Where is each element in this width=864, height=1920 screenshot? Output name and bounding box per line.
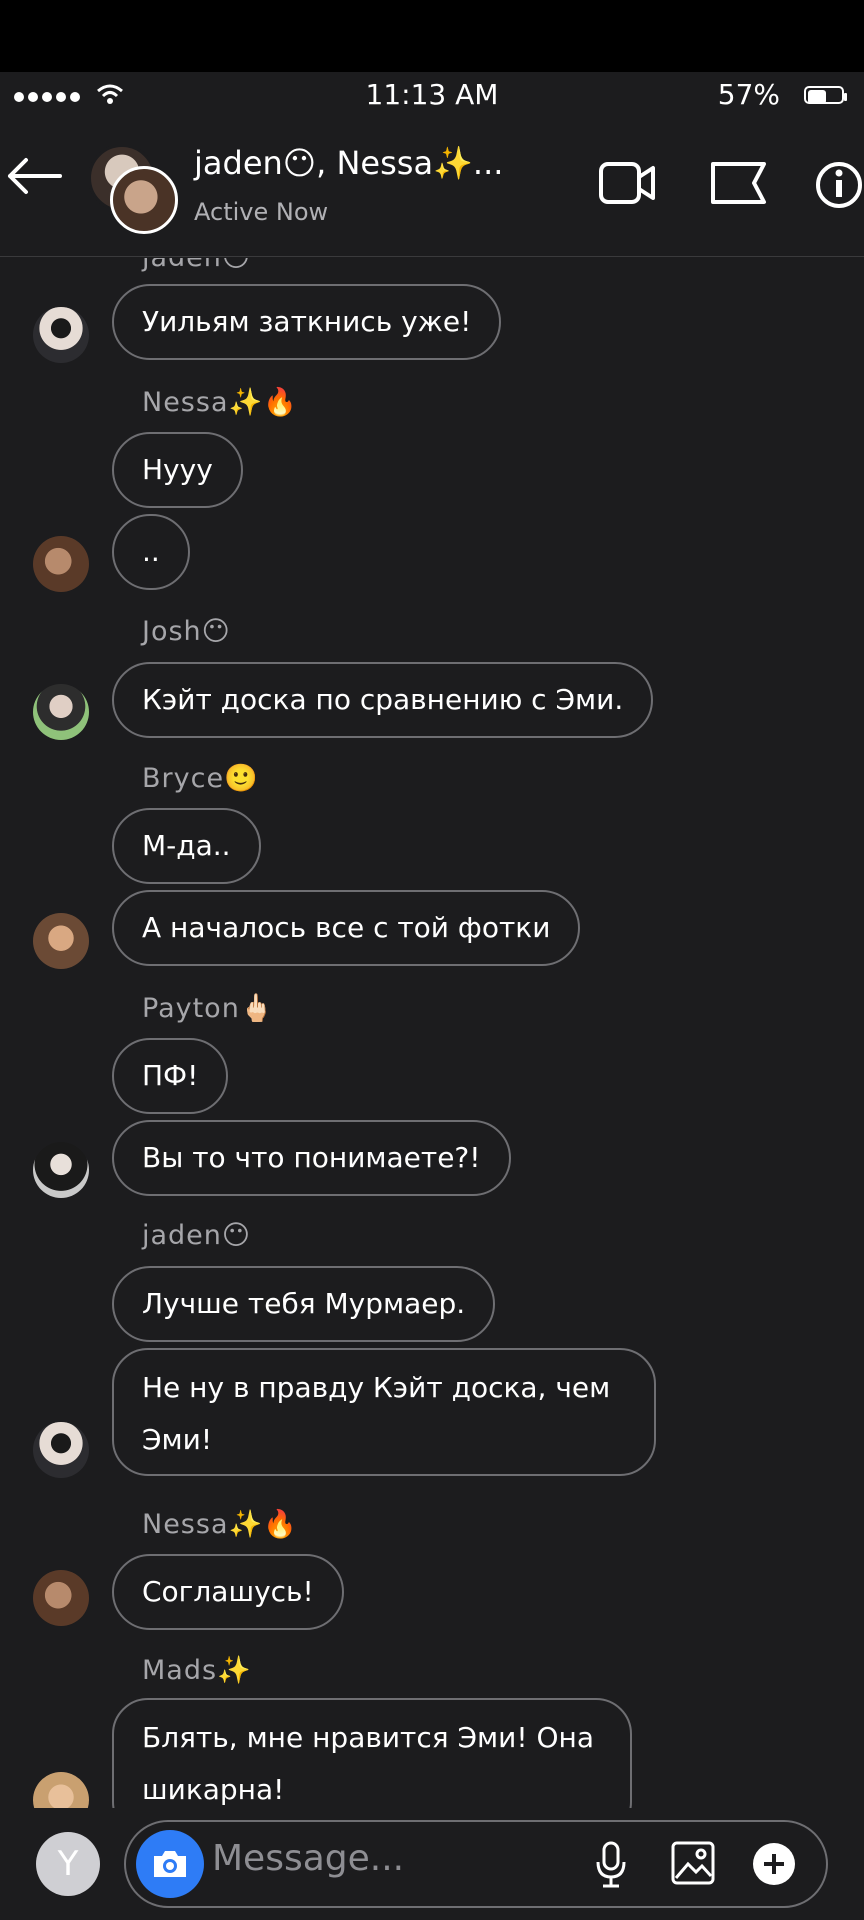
microphone-icon[interactable] (594, 1840, 628, 1890)
sender-name: Nessa✨🔥 (142, 1509, 298, 1540)
sender-name: Payton🖕🏻 (142, 993, 275, 1024)
message-bubble[interactable]: А началось все с той фотки (112, 890, 581, 966)
message-composer: Y Message... (0, 1808, 864, 1920)
sender-avatar[interactable] (33, 684, 89, 740)
battery-icon (804, 86, 847, 104)
message-bubble[interactable]: .. (112, 514, 190, 590)
plus-icon[interactable] (752, 1842, 796, 1886)
message-bubble[interactable]: ПФ! (112, 1038, 229, 1114)
chat-title[interactable]: jaden😶, Nessa✨... (194, 144, 503, 182)
battery-level-fill (808, 90, 826, 104)
sender-avatar[interactable] (33, 1772, 89, 1808)
my-avatar[interactable]: Y (36, 1832, 100, 1896)
gallery-icon[interactable] (670, 1840, 716, 1886)
camera-button[interactable] (136, 1830, 204, 1898)
video-call-icon[interactable] (598, 160, 656, 206)
sender-name: jaden😶 (142, 1220, 252, 1251)
message-input[interactable]: Message... (212, 1838, 404, 1879)
sender-name: Nessa✨🔥 (142, 387, 298, 418)
chat-header: jaden😶, Nessa✨... Active Now (0, 116, 864, 257)
message-bubble[interactable]: Соглашусь! (112, 1554, 344, 1630)
camera-icon (154, 1851, 186, 1877)
sender-avatar[interactable] (33, 536, 89, 592)
sender-name: Josh😶 (142, 616, 231, 647)
status-bar: 11:13 AM 57% (0, 72, 864, 116)
message-bubble[interactable]: Уильям заткнись уже! (112, 284, 502, 360)
message-bubble[interactable]: М-да.. (112, 808, 261, 884)
info-icon[interactable] (814, 160, 864, 210)
battery-percentage: 57% (717, 78, 780, 111)
active-status: Active Now (194, 198, 329, 226)
sender-name: Bryce🙂 (142, 763, 259, 794)
group-avatar[interactable] (88, 144, 178, 234)
sender-avatar[interactable] (33, 913, 89, 969)
sender-name: jaden😶 (142, 258, 251, 273)
sender-avatar[interactable] (33, 1570, 89, 1626)
message-bubble[interactable]: Кэйт доска по сравнению с Эми. (112, 662, 654, 738)
message-bubble[interactable]: Блять, мне нравится Эми! Она шикарна! (112, 1698, 632, 1808)
sender-name: Mads✨ (142, 1655, 252, 1686)
sender-avatar[interactable] (33, 1142, 89, 1198)
message-bubble[interactable]: Лучше тебя Мурмаер. (112, 1266, 496, 1342)
back-arrow-icon[interactable] (4, 156, 64, 196)
message-input-field[interactable]: Message... (124, 1820, 828, 1908)
message-bubble[interactable]: Вы то что понимаете?! (112, 1120, 511, 1196)
sender-avatar[interactable] (33, 1422, 89, 1478)
top-black-bar (0, 0, 864, 72)
flag-icon[interactable] (710, 160, 768, 206)
group-avatar-2 (110, 166, 178, 234)
message-bubble[interactable]: Нууу (112, 432, 243, 508)
sender-avatar[interactable] (33, 307, 89, 363)
message-bubble[interactable]: Не ну в правду Кэйт доска, чем Эми! (112, 1348, 656, 1476)
message-feed[interactable]: jaden😶 Уильям заткнись уже! Nessa✨🔥 Нууу… (0, 258, 864, 1808)
